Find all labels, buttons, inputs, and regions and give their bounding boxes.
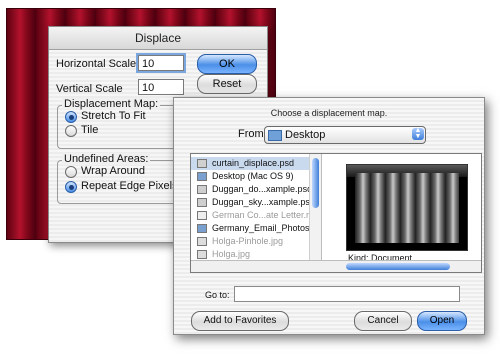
cancel-button[interactable]: Cancel (354, 311, 412, 331)
reset-button[interactable]: Reset (197, 74, 257, 94)
list-item[interactable]: Desktop (Mac OS 9) ▶ (191, 170, 321, 183)
image-file-icon (197, 250, 207, 259)
psd-file-icon (197, 159, 207, 168)
ok-button[interactable]: OK (197, 54, 257, 74)
file-name: Holga-Pinhole.jpg (212, 236, 284, 246)
document-icon (197, 211, 207, 220)
file-preview (346, 164, 468, 251)
list-item[interactable]: Duggan_sky...xample.psd (191, 196, 321, 209)
list-item[interactable]: Germany_Email_Photos ▶ (191, 222, 321, 235)
tile-radio[interactable] (65, 125, 77, 137)
goto-label: Go to: (205, 290, 230, 300)
horizontal-scrollbar[interactable] (191, 260, 481, 272)
psd-file-icon (197, 198, 207, 207)
horizontal-scale-input[interactable]: 10 (138, 55, 184, 71)
stretch-to-fit-radio[interactable] (65, 111, 77, 123)
desktop-folder-icon (268, 130, 282, 141)
list-item[interactable]: Holga-Pinhole.jpg (191, 235, 321, 248)
dialog-title: Displace (49, 27, 267, 50)
file-list-column: curtain_displace.psd Desktop (Mac OS 9) … (191, 154, 322, 260)
horizontal-scale-label: Horizontal Scale (56, 58, 137, 70)
list-item[interactable]: curtain_displace.psd (191, 157, 321, 170)
file-name: Duggan_sky...xample.psd (212, 197, 315, 207)
open-button[interactable]: Open (417, 311, 467, 331)
vertical-scale-input[interactable]: 10 (138, 79, 184, 95)
tile-label: Tile (81, 124, 99, 136)
from-popup[interactable]: Desktop ▲ ▼ (264, 126, 426, 144)
from-popup-value: Desktop (285, 129, 326, 141)
file-name: German Co...ate Letter.rtf (212, 210, 315, 220)
folder-icon (197, 172, 207, 181)
updown-arrows-icon: ▲ ▼ (412, 127, 424, 140)
psd-file-icon (197, 185, 207, 194)
file-name: curtain_displace.psd (212, 158, 295, 168)
vertical-scrollbar[interactable] (309, 154, 321, 260)
goto-input[interactable] (234, 286, 460, 302)
preview-curtain-image (355, 173, 459, 243)
stretch-to-fit-label: Stretch To Fit (81, 110, 146, 122)
wrap-around-label: Wrap Around (81, 165, 146, 177)
horizontal-scroll-thumb[interactable] (346, 263, 450, 270)
image-file-icon (197, 237, 207, 246)
list-item[interactable]: Duggan_do...xample.psd (191, 183, 321, 196)
folder-icon (197, 224, 207, 233)
from-label: From: (238, 128, 267, 140)
vertical-scroll-thumb[interactable] (312, 158, 319, 208)
file-browser[interactable]: curtain_displace.psd Desktop (Mac OS 9) … (190, 153, 482, 273)
vertical-scale-label: Vertical Scale (56, 83, 123, 95)
file-name: Duggan_do...xample.psd (212, 184, 313, 194)
wrap-around-radio[interactable] (65, 166, 77, 178)
choose-file-dialog: Choose a displacement map. From: Desktop… (173, 97, 485, 335)
displacement-map-title: Displacement Map: (62, 98, 161, 110)
chooser-heading: Choose a displacement map. (270, 108, 388, 118)
list-item[interactable]: German Co...ate Letter.rtf (191, 209, 321, 222)
file-name: Desktop (Mac OS 9) (212, 171, 294, 181)
repeat-edge-pixels-label: Repeat Edge Pixels (81, 180, 178, 192)
file-name: Germany_Email_Photos (212, 223, 310, 233)
undefined-areas-title: Undefined Areas: (62, 153, 151, 165)
repeat-edge-pixels-radio[interactable] (65, 181, 77, 193)
add-to-favorites-button[interactable]: Add to Favorites (191, 311, 289, 331)
